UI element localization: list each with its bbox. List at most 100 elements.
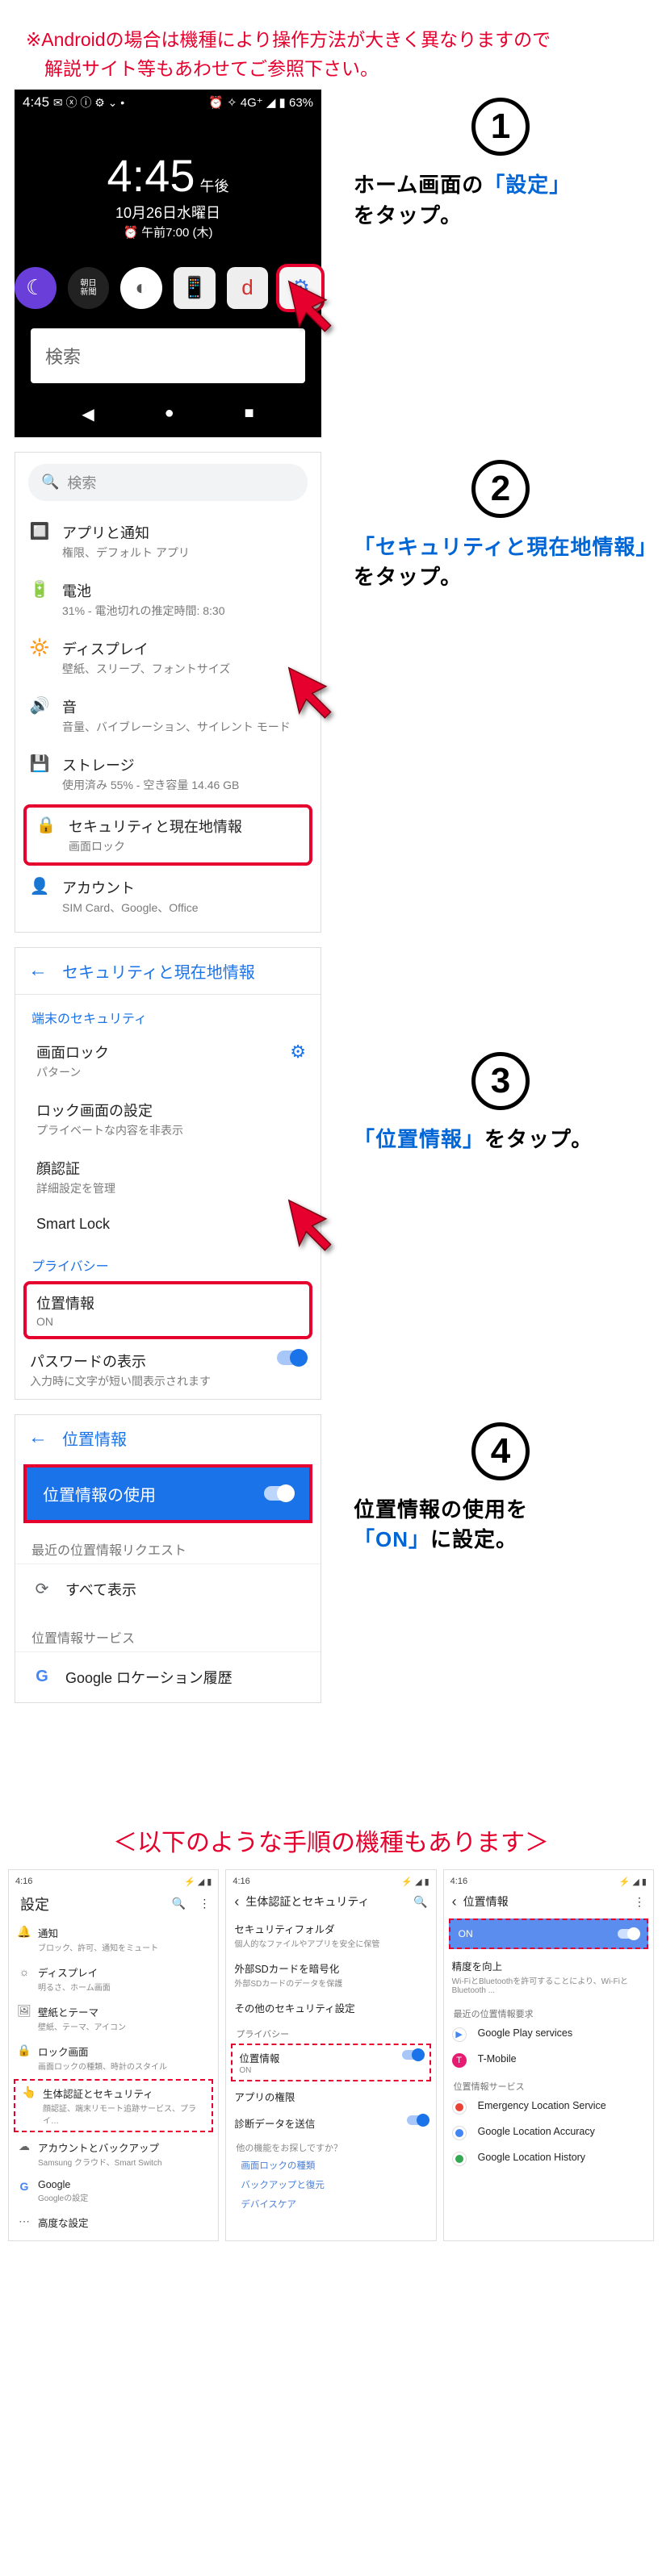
search-box[interactable]: 検索 <box>31 328 305 383</box>
location-screen-mock: ← 位置情報 位置情報の使用 最近の位置情報リクエスト ⟳ すべて表示 位置情報… <box>15 1414 321 1703</box>
g-icon: G <box>17 2179 31 2194</box>
alt-b-link[interactable]: デバイスケア <box>226 2194 435 2214</box>
alt-c-svc-row[interactable]: Google Location History <box>444 2146 653 2172</box>
status-bar: 4:45 ✉ ⓧ ⓘ ⚙ ⌄ • ⏰ ✧ 4G⁺ ◢ ▮ 63% <box>15 90 321 115</box>
gear-icon[interactable]: ⚙ <box>290 1042 306 1063</box>
security-screen-mock: ← セキュリティと現在地情報 端末のセキュリティ 画面ロックパターン⚙ロック画面… <box>15 947 321 1400</box>
password-desc: 入力時に文字が短い間表示されます <box>30 1373 211 1389</box>
settings-item-security[interactable]: 🔒セキュリティと現在地情報画面ロック <box>23 804 312 866</box>
clock-time: 4:45 <box>107 150 195 201</box>
settings-item-display[interactable]: 🔆ディスプレイ壁紙、スリープ、フォントサイズ <box>15 628 321 687</box>
location-status: ON <box>36 1315 94 1328</box>
settings-item-apps[interactable]: 🔲アプリと通知権限、デフォルト アプリ <box>15 512 321 570</box>
search-icon[interactable]: 🔍 <box>413 1895 427 1909</box>
alt-b-diag-row[interactable]: 診断データを送信 <box>226 2110 435 2136</box>
search-icon: 🔍 <box>41 474 59 491</box>
more-icon[interactable]: ⋮ <box>199 1897 210 1910</box>
step2-instruction: 「セキュリティと現在地情報」をタップ。 <box>354 532 647 593</box>
security-item[interactable]: 顔認証詳細設定を管理 <box>15 1148 321 1206</box>
step3-instruction: 「位置情報」をタップ。 <box>354 1125 647 1155</box>
status-icons-right: ⏰ ✧ 4G⁺ ◢ ▮ 63% <box>208 94 313 111</box>
security-item[interactable]: 画面ロックパターン⚙ <box>15 1032 321 1090</box>
alt-a-item[interactable]: ☼ディスプレイ明るさ、ホーム画面 <box>9 1959 218 1998</box>
wall-icon: 🖼 <box>17 2004 31 2019</box>
alt-c-app-row[interactable]: TT-Mobile <box>444 2048 653 2073</box>
dock-app-3[interactable]: ◐ <box>120 267 162 309</box>
settings-item-account[interactable]: 👤アカウントSIM Card、Google、Office <box>15 867 321 925</box>
dock-app-5[interactable]: d <box>227 267 269 309</box>
location-label: 位置情報 <box>36 1292 94 1313</box>
apps-icon: 🔲 <box>30 522 49 541</box>
settings-item-sound[interactable]: 🔊音音量、バイブレーション、サイレント モード <box>15 687 321 745</box>
google-g-icon: G <box>31 1667 52 1688</box>
alt-b-item[interactable]: 外部SDカードを暗号化外部SDカードのデータを保護 <box>226 1955 435 1994</box>
alt-a-item[interactable]: 🖼壁紙とテーマ壁紙、テーマ、アイコン <box>9 1998 218 2038</box>
dock-app-2[interactable]: 朝日新聞 <box>68 267 110 309</box>
alt-b-item[interactable]: その他のセキュリティ設定 <box>226 1994 435 2021</box>
location-title: 位置情報 <box>62 1426 127 1450</box>
password-toggle[interactable] <box>277 1351 306 1365</box>
account-icon: 👤 <box>30 877 49 896</box>
alt-c-recent-sub: 最近の位置情報要求 <box>444 2001 653 2022</box>
more-icon[interactable]: ⋮ <box>634 1895 645 1909</box>
alt-screenshot-c: 4:16⚡ ◢ ▮ ‹位置情報⋮ ON 精度を向上Wi-FiとBluetooth… <box>443 1869 654 2241</box>
alt-b-link[interactable]: バックアップと復元 <box>226 2175 435 2194</box>
security-title: セキュリティと現在地情報 <box>62 959 255 983</box>
show-all-row[interactable]: ⟳ すべて表示 <box>15 1564 321 1614</box>
disp-icon: ☼ <box>17 1964 31 1979</box>
alt-c-app-row[interactable]: ▶Google Play services <box>444 2022 653 2048</box>
dock-app-1[interactable]: ☾ <box>15 267 57 309</box>
alt-b-loc-toggle[interactable] <box>402 2050 423 2060</box>
dock-app-4[interactable]: 📱 <box>174 267 216 309</box>
alt-b-link[interactable]: 画面ロックの種類 <box>226 2156 435 2175</box>
nav-home[interactable]: ● <box>165 404 174 424</box>
alarm-icon: ⏰ <box>123 226 138 241</box>
search-icon[interactable]: 🔍 <box>172 1897 186 1910</box>
status-time: 4:45 <box>23 94 49 110</box>
security-item[interactable]: ロック画面の設定プライベートな内容を非表示 <box>15 1090 321 1148</box>
alt-b-header: 生体認証とセキュリティ <box>245 1893 369 1910</box>
step1-instruction: ホーム画面の「設定」をタップ。 <box>354 170 647 231</box>
alt-c-svc-row[interactable]: Google Location Accuracy <box>444 2120 653 2146</box>
alt-b-icons: ⚡ ◢ ▮ <box>401 1877 429 1887</box>
back-icon[interactable]: ‹ <box>452 1893 457 1910</box>
acct-icon: ☁ <box>17 2140 31 2154</box>
alt-a-item[interactable]: ☁アカウントとバックアップSamsung クラウド、Smart Switch <box>9 2134 218 2173</box>
alt-b-perm-row[interactable]: アプリの権限 <box>226 2083 435 2110</box>
alt-b-location-row[interactable]: 位置情報ON <box>231 2044 430 2081</box>
clock-date2: 午前7:00 (木) <box>141 226 212 241</box>
alt-screenshot-b: 4:16⚡ ◢ ▮ ‹生体認証とセキュリティ🔍 セキュリティフォルダ個人的なファ… <box>225 1869 436 2241</box>
google-location-history-row[interactable]: G Google ロケーション履歴 <box>15 1651 321 1702</box>
alt-a-item[interactable]: 🔔通知ブロック、許可、通知をミュート <box>9 1919 218 1959</box>
settings-item-battery[interactable]: 🔋電池31% - 電池切れの推定時間: 8:30 <box>15 570 321 628</box>
use-location-toggle[interactable] <box>264 1486 293 1501</box>
location-row[interactable]: 位置情報 ON <box>23 1281 312 1339</box>
password-row[interactable]: パスワードの表示 入力時に文字が短い間表示されます <box>15 1341 321 1399</box>
nav-back[interactable]: ◀ <box>82 404 94 424</box>
use-location-row[interactable]: 位置情報の使用 <box>23 1464 312 1523</box>
settings-search[interactable]: 🔍 検索 <box>28 464 308 501</box>
alt-c-svc-sub: 位置情報サービス <box>444 2073 653 2094</box>
alt-c-on-label: ON <box>459 1928 473 1939</box>
battery-icon: 🔋 <box>30 580 49 599</box>
pointer-arrow-2 <box>284 663 342 721</box>
back-arrow-icon[interactable]: ← <box>28 959 48 982</box>
device-security-subheader: 端末のセキュリティ <box>15 995 321 1032</box>
alt-c-accuracy-row[interactable]: 精度を向上Wi-FiとBluetoothを許可することにより、Wi-Fiと Bl… <box>444 1952 653 2001</box>
alt-a-icons: ⚡ ◢ ▮ <box>184 1877 212 1887</box>
alt-c-on-toggle[interactable] <box>618 1929 639 1939</box>
alt-a-item[interactable]: 👆生体認証とセキュリティ顔認証、端末リモート追跡サービス、プライ… <box>14 2079 213 2132</box>
nav-recent[interactable]: ■ <box>244 404 253 424</box>
back-arrow-icon[interactable]: ← <box>28 1426 48 1449</box>
alt-a-item[interactable]: ⋯高度な設定 <box>9 2209 218 2236</box>
alt-c-on-row[interactable]: ON <box>449 1918 648 1949</box>
rotate-icon: ⟳ <box>31 1579 52 1600</box>
settings-item-storage[interactable]: 💾ストレージ使用済み 55% - 空き容量 14.46 GB <box>15 745 321 803</box>
security-item[interactable]: Smart Lock <box>15 1206 321 1242</box>
alt-c-svc-row[interactable]: Emergency Location Service <box>444 2094 653 2120</box>
alt-b-item[interactable]: セキュリティフォルダ個人的なファイルやアプリを安全に保管 <box>226 1915 435 1955</box>
alt-a-item[interactable]: GGoogleGoogleの設定 <box>9 2173 218 2209</box>
alt-a-item[interactable]: 🔒ロック画面画面ロックの種類、時計のスタイル <box>9 2038 218 2077</box>
alt-b-diag-toggle[interactable] <box>407 2115 428 2125</box>
back-icon[interactable]: ‹ <box>234 1893 239 1910</box>
